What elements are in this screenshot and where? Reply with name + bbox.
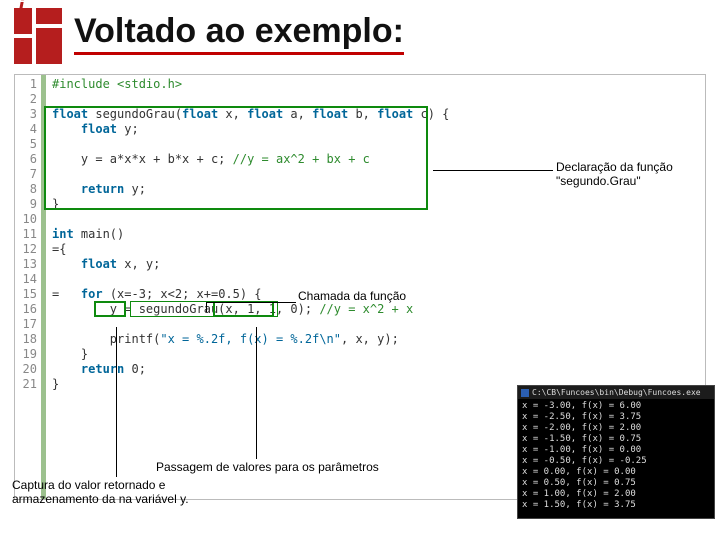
annotation-captura: Captura do valor retornado e armazenamen… <box>12 478 232 506</box>
annotation-call: Chamada da função <box>298 289 406 303</box>
line-numbers: 1 2 3 4 5 6 7 8 9 10 11 12 13 14 15 16 1… <box>15 75 41 499</box>
page-title: Voltado ao exemplo: <box>74 14 404 55</box>
slide: i Voltado ao exemplo: 1 2 3 4 5 6 7 8 9 … <box>0 0 720 540</box>
annotation-declaration: Declaração da função "segundo.Grau" <box>556 160 716 188</box>
console-icon <box>521 389 529 397</box>
console-window: C:\CB\Funcoes\bin\Debug\Funcoes.exe x = … <box>518 386 714 518</box>
annotation-passagem: Passagem de valores para os parâmetros <box>156 460 379 474</box>
console-titlebar: C:\CB\Funcoes\bin\Debug\Funcoes.exe <box>518 386 714 399</box>
logo-icon: i <box>14 8 66 68</box>
console-title: C:\CB\Funcoes\bin\Debug\Funcoes.exe <box>532 387 701 398</box>
console-output: x = -3.00, f(x) = 6.00x = -2.50, f(x) = … <box>522 401 710 511</box>
header: i Voltado ao exemplo: <box>14 8 706 68</box>
